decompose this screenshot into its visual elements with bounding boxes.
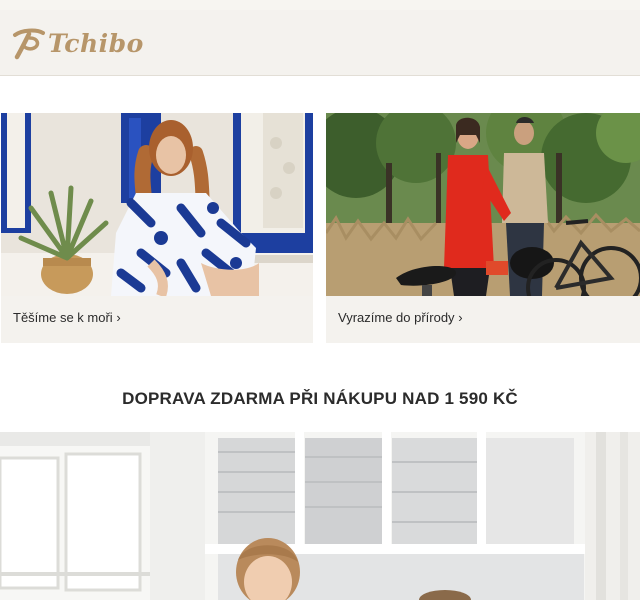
teaser-label-nature: Vyrazíme do přírody — [338, 310, 455, 325]
site-header: Tchibo — [0, 10, 640, 76]
top-strip — [0, 0, 640, 10]
logo-wordmark: Tchibo — [48, 28, 144, 58]
teaser-card-sea[interactable]: Těšíme se k moři › — [1, 113, 313, 343]
teaser-link-nature[interactable]: Vyrazíme do přírody › — [338, 310, 463, 325]
tchibo-logo[interactable]: Tchibo — [12, 26, 144, 60]
teaser-card-nature[interactable]: Vyrazíme do přírody › — [326, 113, 640, 343]
free-shipping-banner: DOPRAVA ZDARMA PŘI NÁKUPU NAD 1 590 KČ — [122, 389, 518, 408]
tchibo-bean-icon — [13, 28, 45, 60]
hero-image[interactable] — [0, 432, 640, 600]
teaser-label-sea: Těšíme se k moři — [13, 310, 113, 325]
teaser-image-nature[interactable] — [326, 113, 640, 296]
teaser-link-sea[interactable]: Těšíme se k moři › — [13, 310, 121, 325]
chevron-right-icon: › — [458, 310, 463, 325]
chevron-right-icon: › — [116, 310, 121, 325]
teaser-image-sea[interactable] — [1, 113, 313, 296]
